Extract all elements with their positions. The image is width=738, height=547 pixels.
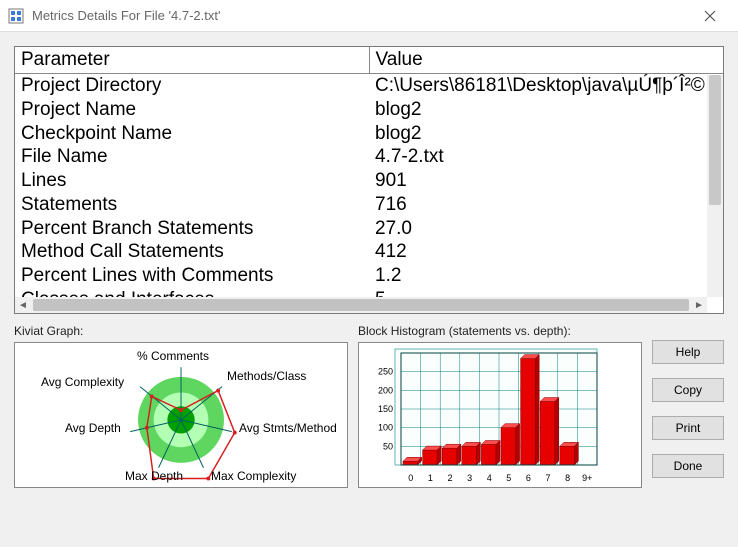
kiviat-title: Kiviat Graph: — [14, 324, 348, 338]
kiviat-axis-label: Avg Depth — [65, 421, 121, 435]
cell-value: 716 — [369, 193, 723, 217]
column-header-parameter[interactable]: Parameter — [15, 47, 369, 74]
block-histogram: 50 100 150 200 250 0 1 2 3 4 5 6 7 8 9+ — [358, 342, 642, 488]
svg-text:1: 1 — [428, 473, 433, 483]
kiviat-axis-label: Max Depth — [125, 469, 183, 483]
cell-param: File Name — [15, 145, 369, 169]
print-button[interactable]: Print — [652, 416, 724, 440]
table-row[interactable]: Checkpoint Nameblog2 — [15, 122, 723, 146]
close-icon[interactable] — [690, 0, 730, 32]
svg-text:50: 50 — [383, 441, 393, 451]
column-header-value[interactable]: Value — [369, 47, 723, 74]
histogram-title: Block Histogram (statements vs. depth): — [358, 324, 642, 338]
scroll-right-icon[interactable]: ► — [691, 297, 707, 313]
metrics-table: Parameter Value Project DirectoryC:\User… — [15, 47, 723, 312]
table-row[interactable]: Percent Branch Statements27.0 — [15, 217, 723, 241]
table-row[interactable]: Project Nameblog2 — [15, 98, 723, 122]
svg-text:9+: 9+ — [582, 473, 592, 483]
kiviat-axis-label: Avg Stmts/Method — [239, 421, 337, 435]
vertical-scrollbar[interactable] — [707, 75, 723, 297]
table-row[interactable]: Statements716 — [15, 193, 723, 217]
titlebar: Metrics Details For File '4.7-2.txt' — [0, 0, 738, 32]
svg-text:6: 6 — [526, 473, 531, 483]
cell-value: C:\Users\86181\Desktop\java\µÚ¶þ´Î²© — [369, 74, 723, 98]
cell-value: blog2 — [369, 122, 723, 146]
svg-text:200: 200 — [378, 385, 393, 395]
kiviat-axis-label: Avg Complexity — [41, 375, 124, 389]
svg-text:100: 100 — [378, 423, 393, 433]
scroll-left-icon[interactable]: ◄ — [15, 297, 31, 313]
svg-text:7: 7 — [546, 473, 551, 483]
kiviat-axis-label: Methods/Class — [227, 369, 306, 383]
cell-param: Project Directory — [15, 74, 369, 98]
cell-param: Percent Branch Statements — [15, 217, 369, 241]
cell-value: 27.0 — [369, 217, 723, 241]
cell-value: 901 — [369, 169, 723, 193]
kiviat-axis-label: % Comments — [137, 349, 209, 363]
table-row[interactable]: Project DirectoryC:\Users\86181\Desktop\… — [15, 74, 723, 98]
table-row[interactable]: Method Call Statements412 — [15, 240, 723, 264]
cell-param: Percent Lines with Comments — [15, 264, 369, 288]
cell-param: Project Name — [15, 98, 369, 122]
cell-param: Lines — [15, 169, 369, 193]
window-title: Metrics Details For File '4.7-2.txt' — [32, 8, 690, 23]
table-row[interactable]: File Name4.7-2.txt — [15, 145, 723, 169]
copy-button[interactable]: Copy — [652, 378, 724, 402]
cell-param: Method Call Statements — [15, 240, 369, 264]
kiviat-graph: % Comments Methods/Class Avg Stmts/Metho… — [14, 342, 348, 488]
svg-text:250: 250 — [378, 367, 393, 377]
kiviat-axis-label: Max Complexity — [211, 469, 296, 483]
help-button[interactable]: Help — [652, 340, 724, 364]
metrics-table-container: Parameter Value Project DirectoryC:\User… — [14, 46, 724, 314]
cell-value: 4.7-2.txt — [369, 145, 723, 169]
horizontal-scrollbar[interactable]: ◄ ► — [15, 297, 707, 313]
cell-param: Statements — [15, 193, 369, 217]
cell-value: 412 — [369, 240, 723, 264]
cell-value: 1.2 — [369, 264, 723, 288]
svg-text:4: 4 — [487, 473, 492, 483]
table-row[interactable]: Lines901 — [15, 169, 723, 193]
svg-text:5: 5 — [506, 473, 511, 483]
cell-param: Checkpoint Name — [15, 122, 369, 146]
svg-text:0: 0 — [408, 473, 413, 483]
done-button[interactable]: Done — [652, 454, 724, 478]
app-icon — [8, 8, 24, 24]
svg-text:3: 3 — [467, 473, 472, 483]
svg-text:8: 8 — [565, 473, 570, 483]
svg-text:150: 150 — [378, 404, 393, 414]
cell-value: blog2 — [369, 98, 723, 122]
table-row[interactable]: Percent Lines with Comments1.2 — [15, 264, 723, 288]
svg-text:2: 2 — [448, 473, 453, 483]
